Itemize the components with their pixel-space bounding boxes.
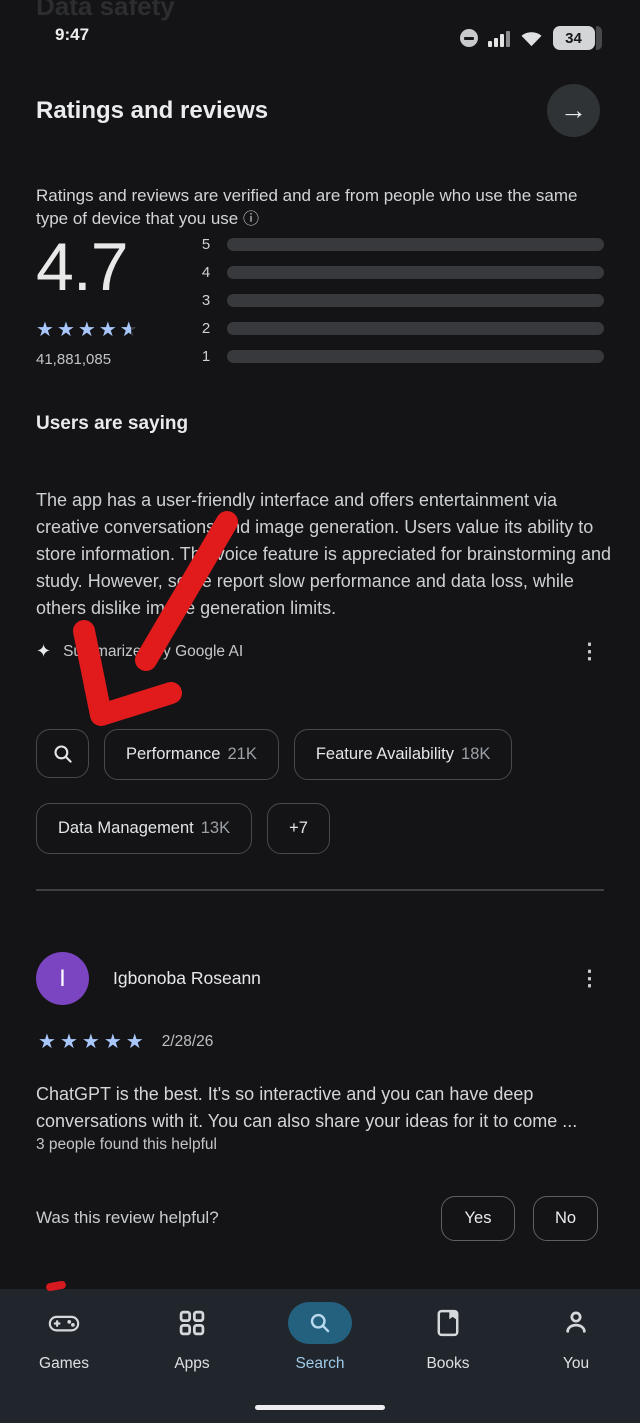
search-reviews-button[interactable] <box>36 729 89 778</box>
average-rating: 4.7 <box>36 233 198 301</box>
star-icon <box>104 1029 126 1054</box>
ghost-previous-header: Data safety <box>36 0 175 22</box>
battery-level: 34 <box>553 26 595 50</box>
nav-item-apps[interactable]: Apps <box>128 1289 256 1423</box>
sparkle-icon: ✦ <box>36 641 51 662</box>
info-icon[interactable]: ⓘ <box>243 211 259 228</box>
half-star-icon <box>120 317 141 342</box>
chip-more-filters[interactable]: +7 <box>267 803 330 854</box>
star-icon <box>78 317 99 342</box>
you-icon <box>544 1302 608 1344</box>
review-rating-row: 2/28/26 <box>38 1029 213 1054</box>
reviewer-name: Igbonoba Roseann <box>113 968 261 989</box>
star-icon <box>57 317 78 342</box>
play-store-screen: Data safety 9:47 34 Ratings and reviews … <box>0 0 640 1423</box>
books-icon <box>416 1302 480 1344</box>
helpful-yes-button[interactable]: Yes <box>441 1196 515 1241</box>
home-indicator[interactable] <box>255 1405 385 1410</box>
filter-chips-row-1: Performance 21K Feature Availability 18K <box>36 729 512 780</box>
do-not-disturb-icon <box>460 29 478 47</box>
helpful-prompt: Was this review helpful? <box>36 1208 219 1228</box>
histogram-row-1: 1 <box>198 350 604 363</box>
star-icon <box>126 1029 148 1054</box>
rating-histogram: 5 4 3 2 1 <box>198 233 604 378</box>
review-overflow-menu-icon[interactable]: ⋮ <box>579 968 600 989</box>
chip-performance[interactable]: Performance 21K <box>104 729 279 780</box>
ratings-disclaimer: Ratings and reviews are verified and are… <box>36 185 614 231</box>
ai-attribution: Summarized by Google AI <box>63 643 243 661</box>
nav-item-games[interactable]: Games <box>0 1289 128 1423</box>
rating-summary: 4.7 41,881,085 5 4 3 2 <box>36 233 604 378</box>
arrow-right-icon: → <box>560 95 587 126</box>
histogram-row-3: 3 <box>198 294 604 307</box>
status-icons: 34 <box>460 25 602 51</box>
ai-summary-text: The app has a user-friendly interface an… <box>36 487 616 622</box>
star-icon <box>99 317 120 342</box>
filter-chips-row-2: Data Management 13K +7 <box>36 803 330 854</box>
page-title: Ratings and reviews <box>36 97 268 125</box>
nav-item-search[interactable]: Search <box>256 1289 384 1423</box>
apps-icon <box>160 1302 224 1344</box>
histogram-row-4: 4 <box>198 266 604 279</box>
helpful-no-button[interactable]: No <box>533 1196 598 1241</box>
users-are-saying-title: Users are saying <box>36 413 188 435</box>
nav-item-books[interactable]: Books <box>384 1289 512 1423</box>
review-date: 2/28/26 <box>162 1033 214 1051</box>
nav-item-you[interactable]: You <box>512 1289 640 1423</box>
bottom-navigation: Games Apps Search Books You <box>0 1289 640 1423</box>
chip-data-management[interactable]: Data Management 13K <box>36 803 252 854</box>
histogram-row-5: 5 <box>198 238 604 251</box>
star-icon <box>82 1029 104 1054</box>
status-time: 9:47 <box>55 25 89 45</box>
star-icon <box>60 1029 82 1054</box>
battery-icon: 34 <box>553 26 603 50</box>
summary-overflow-menu-icon[interactable]: ⋮ <box>579 641 600 662</box>
section-divider <box>36 889 604 891</box>
wifi-icon <box>520 29 543 47</box>
chip-feature-availability[interactable]: Feature Availability 18K <box>294 729 513 780</box>
histogram-row-2: 2 <box>198 322 604 335</box>
review-stars <box>38 1029 148 1054</box>
review-header: I Igbonoba Roseann ⋮ <box>36 952 600 1005</box>
games-icon <box>32 1302 96 1344</box>
star-icon <box>38 1029 60 1054</box>
ai-attribution-row: ✦ Summarized by Google AI ⋮ <box>36 641 600 662</box>
total-review-count: 41,881,085 <box>36 351 198 368</box>
star-icon <box>36 317 57 342</box>
review-text[interactable]: ChatGPT is the best. It's so interactive… <box>36 1081 616 1135</box>
search-icon <box>52 743 74 765</box>
helpful-count: 3 people found this helpful <box>36 1136 217 1154</box>
reviewer-avatar: I <box>36 952 89 1005</box>
search-icon <box>288 1302 352 1344</box>
average-stars <box>36 317 198 342</box>
see-more-reviews-button[interactable]: → <box>547 84 600 137</box>
helpful-prompt-row: Was this review helpful? Yes No <box>36 1195 598 1241</box>
rating-score-block: 4.7 41,881,085 <box>36 233 198 378</box>
cell-signal-icon <box>488 30 510 47</box>
